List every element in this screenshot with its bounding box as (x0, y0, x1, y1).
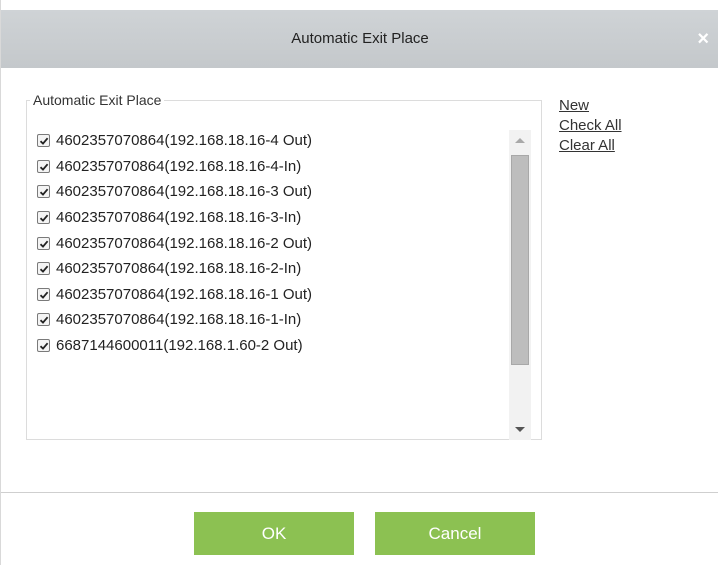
list-item-label: 4602357070864(192.168.18.16-3-In) (56, 209, 302, 227)
checkmark-icon (39, 214, 49, 222)
checkbox[interactable] (37, 185, 50, 199)
list-item[interactable]: 4602357070864(192.168.18.16-3-In) (37, 205, 507, 231)
checkmark-icon (39, 163, 49, 171)
scrollbar-thumb[interactable] (511, 155, 529, 365)
checkbox[interactable] (37, 287, 50, 301)
checkmark-icon (39, 240, 49, 248)
close-icon[interactable]: × (697, 10, 709, 68)
list-item[interactable]: 4602357070864(192.168.18.16-4 Out) (37, 128, 507, 154)
list-item[interactable]: 4602357070864(192.168.18.16-4-In) (37, 154, 507, 180)
list-item[interactable]: 4602357070864(192.168.18.16-1-In) (37, 307, 507, 333)
scroll-up-arrow-icon[interactable] (515, 138, 525, 143)
list-item-label: 4602357070864(192.168.18.16-2-In) (56, 260, 302, 278)
checkbox[interactable] (37, 339, 50, 353)
list-scrollbar[interactable] (509, 130, 531, 440)
dialog-titlebar: Automatic Exit Place × (1, 10, 718, 68)
ok-button[interactable]: OK (194, 512, 354, 555)
new-link[interactable]: New (559, 96, 622, 116)
checkmark-icon (39, 265, 49, 274)
list-item-label: 4602357070864(192.168.18.16-4 Out) (56, 132, 313, 150)
footer-divider (1, 492, 718, 493)
list-item-label: 4602357070864(192.168.18.16-4-In) (56, 157, 302, 175)
checkbox[interactable] (37, 159, 50, 173)
exit-place-group: Automatic Exit Place 4602357070864(192.1… (26, 92, 542, 440)
checkmark-icon (39, 342, 49, 350)
checkmark-icon (39, 189, 49, 197)
list-item-label: 4602357070864(192.168.18.16-1 Out) (56, 285, 313, 303)
list-item[interactable]: 6687144600011(192.168.1.60-2 Out) (37, 333, 507, 359)
checkbox[interactable] (37, 211, 50, 225)
group-label: Automatic Exit Place (33, 92, 162, 108)
action-links: New Check All Clear All (559, 96, 622, 156)
list-item[interactable]: 4602357070864(192.168.18.16-2 Out) (37, 230, 507, 256)
exit-place-list: 4602357070864(192.168.18.16-4 Out) 46023… (37, 128, 507, 428)
list-item[interactable]: 4602357070864(192.168.18.16-3 Out) (37, 179, 507, 205)
cancel-button[interactable]: Cancel (375, 512, 535, 555)
checkmark-icon (39, 137, 49, 146)
clear-all-link[interactable]: Clear All (559, 136, 622, 156)
list-item-label: 4602357070864(192.168.18.16-2 Out) (56, 234, 313, 252)
check-all-link[interactable]: Check All (559, 116, 622, 136)
list-item-label: 4602357070864(192.168.18.16-1-In) (56, 311, 302, 329)
checkbox[interactable] (37, 236, 50, 250)
scroll-down-arrow-icon[interactable] (515, 427, 525, 432)
dialog-title: Automatic Exit Place (291, 30, 429, 47)
checkmark-icon (39, 291, 49, 299)
list-item[interactable]: 4602357070864(192.168.18.16-1 Out) (37, 282, 507, 308)
checkbox[interactable] (37, 262, 50, 276)
checkbox[interactable] (37, 313, 50, 327)
checkmark-icon (39, 317, 49, 325)
list-item[interactable]: 4602357070864(192.168.18.16-2-In) (37, 256, 507, 282)
list-item-label: 4602357070864(192.168.18.16-3 Out) (56, 183, 313, 201)
automatic-exit-place-dialog: Automatic Exit Place × Automatic Exit Pl… (0, 0, 718, 565)
checkbox[interactable] (37, 134, 50, 148)
list-item-label: 6687144600011(192.168.1.60-2 Out) (56, 337, 303, 355)
